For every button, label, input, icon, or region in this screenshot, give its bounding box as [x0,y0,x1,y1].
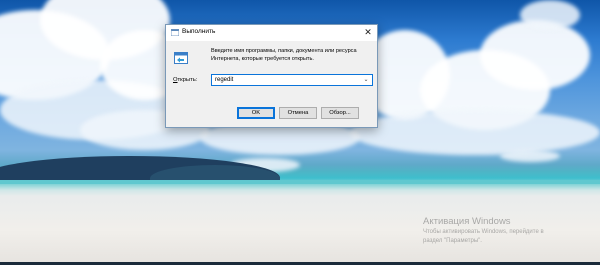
watermark-line-2: раздел "Параметры". [423,238,482,244]
window-title: Выполнить [182,28,216,35]
close-icon[interactable]: ✕ [361,26,375,38]
open-input[interactable]: regedit [215,76,233,84]
sea-line [0,180,600,184]
title-bar[interactable]: Выполнить ✕ [166,25,377,41]
open-label: Открыть: [173,77,197,83]
watermark-line-1: Чтобы активировать Windows, перейдите в [423,229,544,235]
run-icon [171,29,179,36]
watermark-title: Активация Windows [423,216,511,227]
run-program-icon [174,52,188,64]
activation-watermark: Активация Windows Чтобы активировать Win… [423,216,544,245]
browse-button[interactable]: Обзор... [321,107,359,119]
chevron-down-icon[interactable]: ⌄ [362,75,370,85]
instruction-text: Введите имя программы, папки, документа … [211,48,357,62]
cancel-button[interactable]: Отмена [279,107,317,119]
open-label-text: ткрыть: [177,77,198,83]
run-dialog: Выполнить ✕ Введите имя программы, папки… [165,24,378,128]
ok-button[interactable]: OK [237,107,275,119]
open-combobox[interactable]: regedit ⌄ [211,74,373,86]
